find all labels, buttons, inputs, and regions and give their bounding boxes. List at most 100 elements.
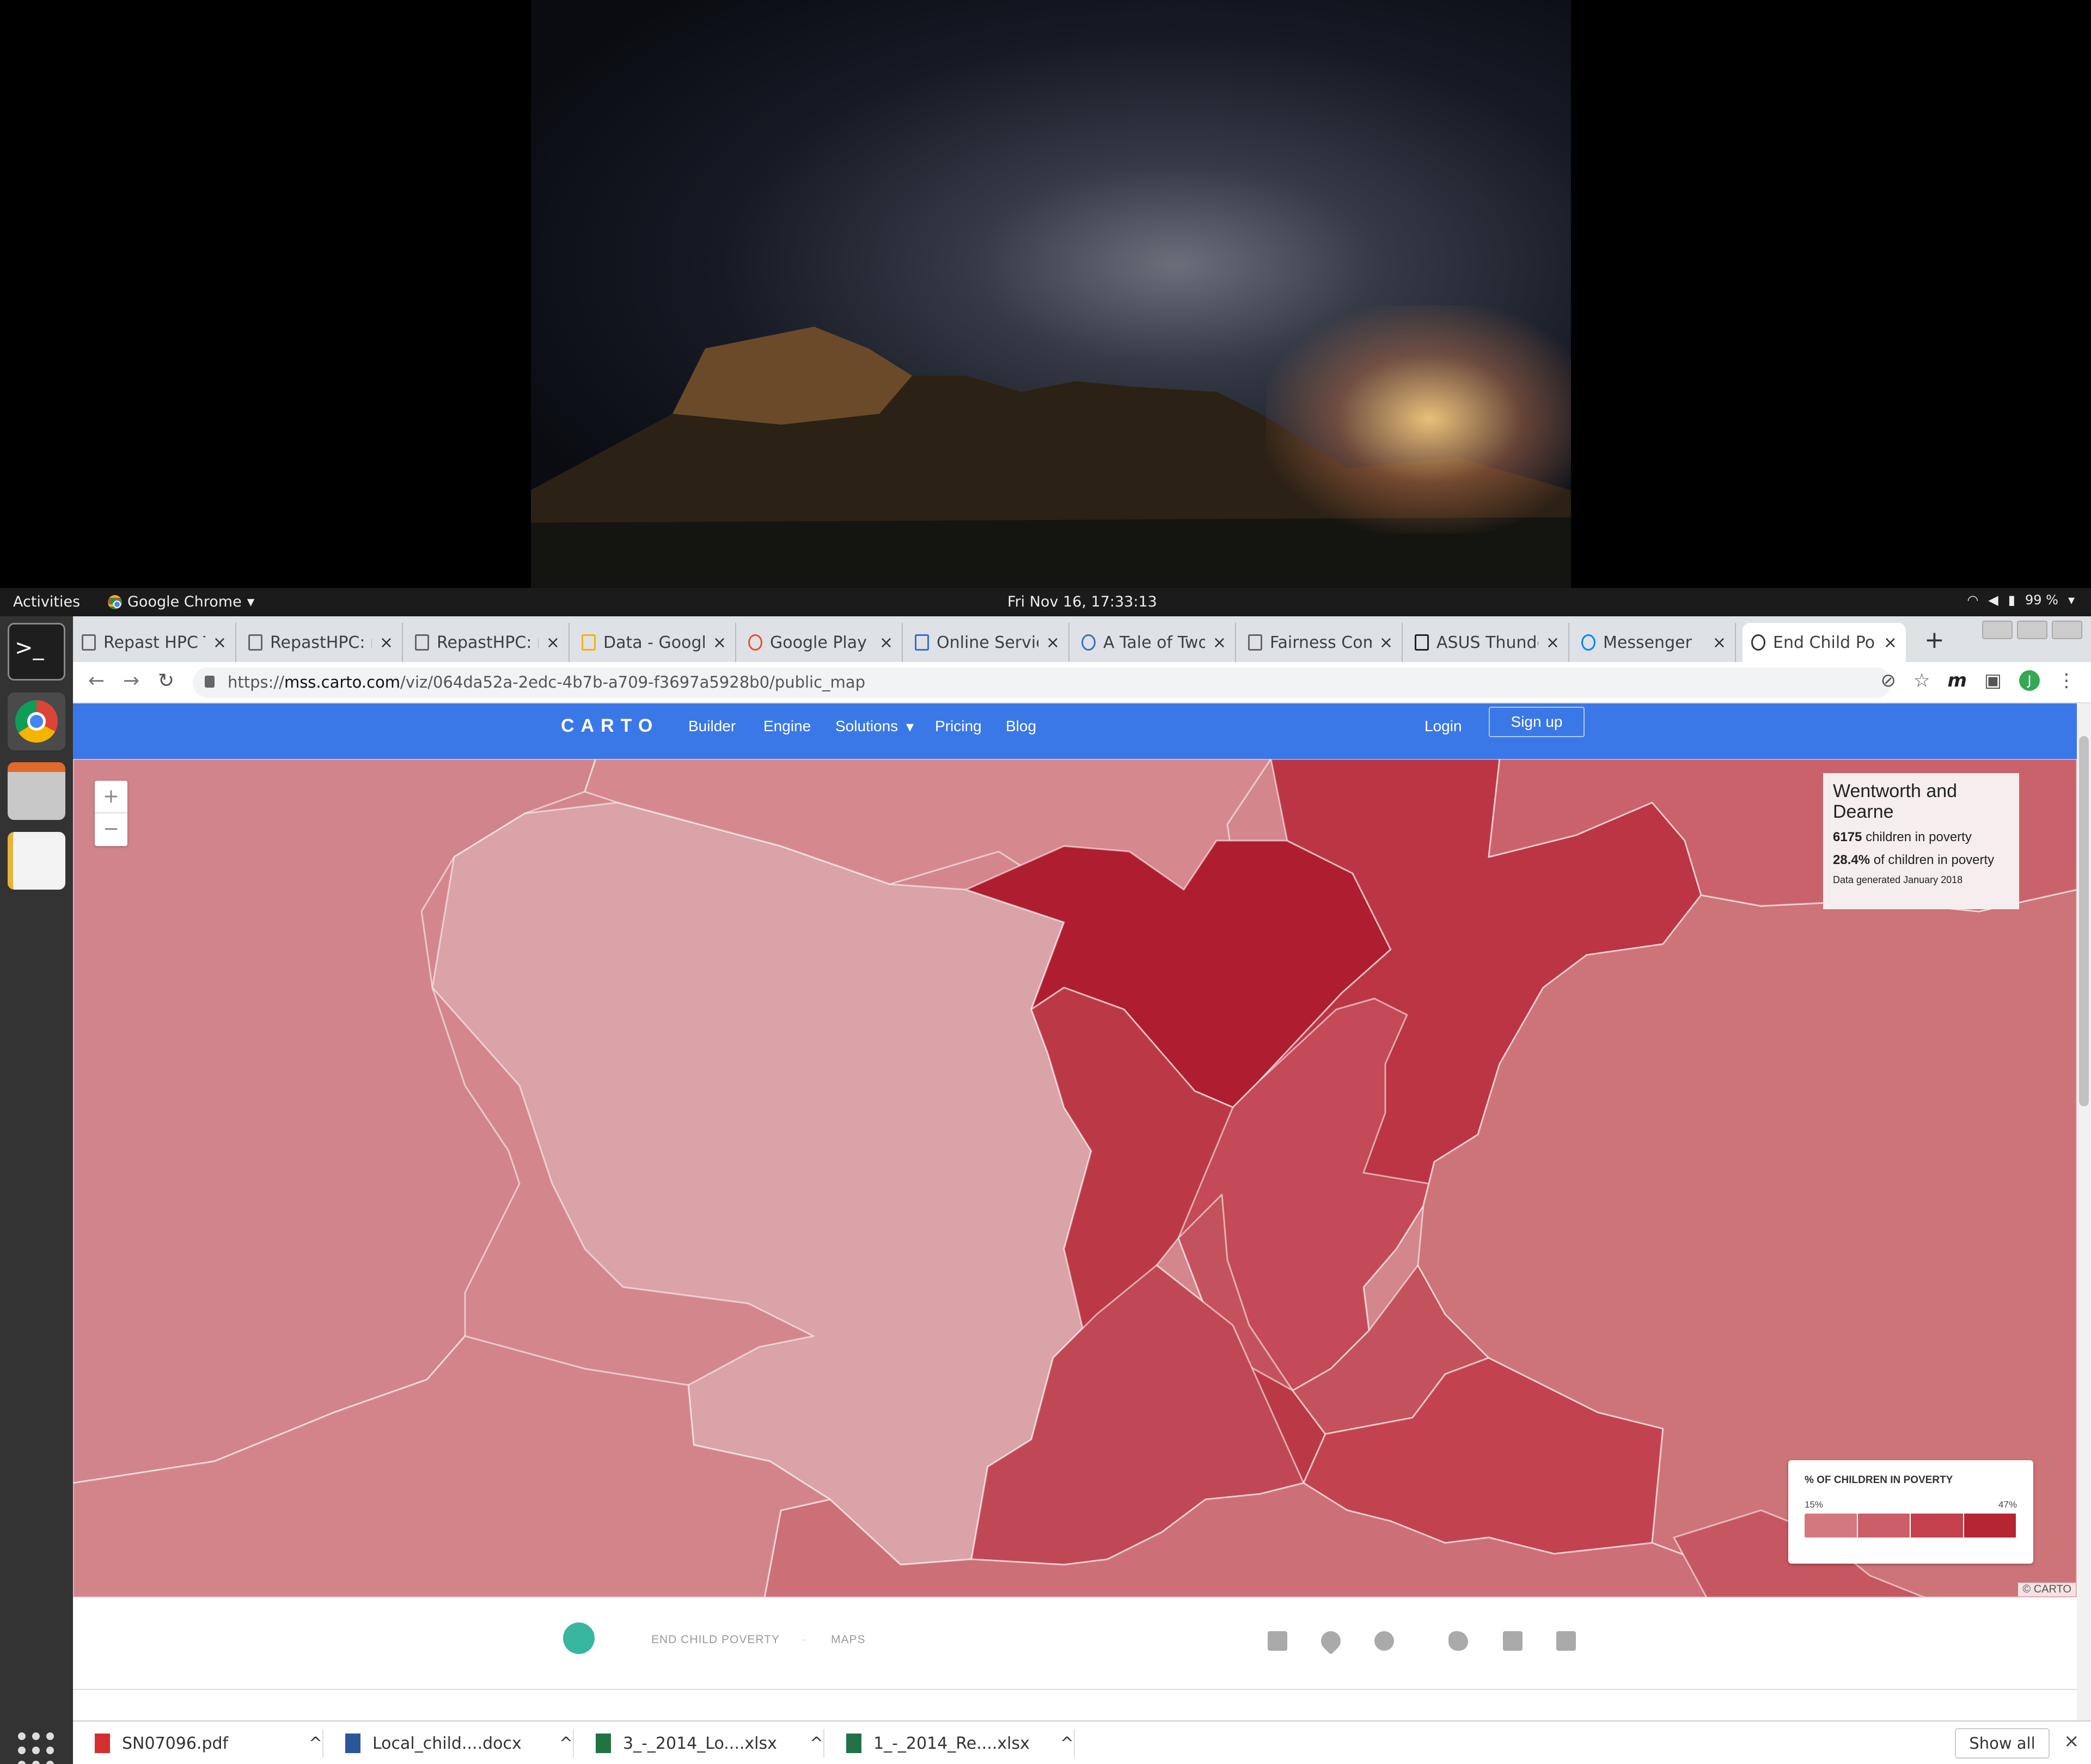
minimize-button[interactable] [1982,621,2013,639]
chevron-up-icon[interactable]: ^ [810,1734,823,1753]
extension-shield-icon[interactable]: ▣ [1984,670,2002,691]
download-item[interactable]: 3_-_2014_Lo....xlsx ^ [574,1729,824,1757]
app-menu[interactable]: Google Chrome ▾ [108,593,254,610]
activities-button[interactable]: Activities [13,593,80,610]
zoom-in-button[interactable]: + [95,781,127,813]
wallpaper-photo [531,0,1571,588]
scrollbar-thumb[interactable] [2079,736,2089,1106]
tab-end-child-poverty[interactable]: End Child Po × [1742,623,1906,662]
page-icon [248,634,262,651]
legend-title: % OF CHILDREN IN POVERTY [1805,1474,1953,1486]
tab-repasthpc-1[interactable]: RepastHPC: r × [240,623,403,662]
menu-icon[interactable]: ⋮ [2057,670,2076,691]
close-icon[interactable]: × [1884,633,1897,652]
nav-blog[interactable]: Blog [1006,718,1036,735]
forward-button[interactable]: → [123,670,139,692]
chrome-dock-icon[interactable] [8,693,65,750]
zoom-out-button[interactable]: − [95,813,127,846]
close-icon[interactable]: × [1046,633,1060,652]
map-regions [73,759,2077,1597]
close-icon[interactable]: × [1213,633,1226,652]
download-item[interactable]: Local_child....docx ^ [323,1729,574,1757]
signup-button[interactable]: Sign up [1489,707,1585,737]
chevron-up-icon[interactable]: ^ [309,1734,322,1753]
clock[interactable]: Fri Nov 16, 17:33:13 [1007,593,1157,610]
close-icon[interactable]: × [2064,1730,2080,1752]
download-name: SN07096.pdf [122,1734,229,1753]
info-children-text: children in poverty [1866,830,1972,844]
reload-button[interactable]: ↻ [158,670,174,692]
new-tab-button[interactable]: + [1924,626,1945,654]
close-icon[interactable]: × [213,633,227,652]
map-attribution[interactable]: © CARTO [2018,1583,2076,1596]
legend-min: 15% [1805,1499,1824,1510]
info-percent: 28.4% [1833,853,1870,867]
blocked-content-icon[interactable]: ⊘ [1880,670,1896,691]
tab-google-drive[interactable]: Data - Google × [573,623,736,662]
close-icon[interactable]: × [1546,633,1560,652]
show-applications-icon[interactable] [18,1732,54,1764]
download-item[interactable]: SN07096.pdf ^ [73,1729,323,1757]
close-icon[interactable]: × [713,633,726,652]
battery-icon: ▮ [2008,592,2015,608]
tab-google-play[interactable]: Google Play f × [739,623,903,662]
carto-logo[interactable]: CARTO [561,715,659,737]
chrome-icon [108,595,122,609]
login-link[interactable]: Login [1424,718,1462,735]
close-icon[interactable]: × [380,633,393,652]
tab-messenger[interactable]: Messenger × [1573,623,1736,662]
chevron-up-icon[interactable]: ^ [1060,1734,1074,1753]
system-status-menu[interactable]: ◠ ◀ ▮ 99 % ▾ [1967,592,2075,608]
close-icon[interactable]: × [1713,633,1726,652]
zoom-control: + − [95,781,127,846]
nav-engine[interactable]: Engine [763,718,811,735]
show-all-button[interactable]: Show all [1955,1728,2050,1759]
close-icon[interactable]: × [1379,633,1393,652]
fullscreen-icon[interactable] [1268,1631,1287,1651]
tab-repasthpc-2[interactable]: RepastHPC: r × [406,623,570,662]
heart-icon[interactable] [1317,1627,1345,1655]
chrome-window: Repast HPC T × RepastHPC: r × RepastHPC: r… [73,616,2091,1764]
horizon-glow [1266,305,1571,534]
facebook-icon[interactable] [1503,1631,1523,1651]
linkedin-icon[interactable] [1556,1631,1576,1651]
close-icon[interactable]: × [546,633,560,652]
nav-builder[interactable]: Builder [688,718,736,735]
tab-tale-of-two[interactable]: A Tale of Two × [1073,623,1236,662]
comment-icon[interactable] [1374,1631,1394,1651]
dock: >_ [0,616,73,1764]
file-cabinet-icon[interactable] [8,762,65,820]
back-button[interactable]: ← [88,670,105,692]
planet-logo-icon[interactable] [563,1622,595,1654]
close-icon[interactable]: × [879,633,893,652]
tab-online-services[interactable]: Online Servic × [906,623,1069,662]
terminal-icon[interactable]: >_ [8,623,65,681]
close-window-button[interactable] [2052,621,2082,639]
extension-m-icon[interactable]: m [1947,670,1966,691]
lock-icon [205,676,215,688]
chevron-down-icon: ▾ [247,593,255,610]
page-scrollbar[interactable] [2077,703,2091,1720]
footer-link-end-child-poverty[interactable]: END CHILD POVERTY [651,1633,780,1646]
address-bar[interactable]: https://mss.carto.com/viz/064da52a-2edc-… [193,667,1892,698]
download-name: Local_child....docx [372,1734,522,1753]
nav-pricing[interactable]: Pricing [935,718,982,735]
maximize-button[interactable] [2017,621,2047,639]
chevron-up-icon[interactable]: ^ [559,1734,573,1753]
toolbar-actions: ⊘ ☆ m ▣ J ⋮ [1880,670,2076,691]
tab-asus[interactable]: ASUS Thunde × [1406,623,1569,662]
text-editor-icon[interactable] [8,832,65,890]
download-item[interactable]: 1_-_2014_Re....xlsx ^ [824,1729,1075,1757]
info-title: Wentworth and Dearne [1833,781,1958,822]
excel-file-icon [596,1734,611,1753]
twitter-icon[interactable] [1448,1631,1468,1651]
globe-icon [1081,634,1096,651]
nav-solutions[interactable]: Solutions [835,718,898,735]
bookmark-star-icon[interactable]: ☆ [1913,670,1930,691]
tab-repast-hpc[interactable]: Repast HPC T × [73,623,236,662]
avatar[interactable]: J [2019,670,2040,691]
tab-fairness[interactable]: Fairness Com × [1239,623,1403,662]
footer-link-maps[interactable]: MAPS [831,1633,866,1646]
choropleth-map[interactable]: + − Wentworth and Dearne 6175 children i… [73,759,2077,1597]
url-scheme: https:// [228,673,284,691]
